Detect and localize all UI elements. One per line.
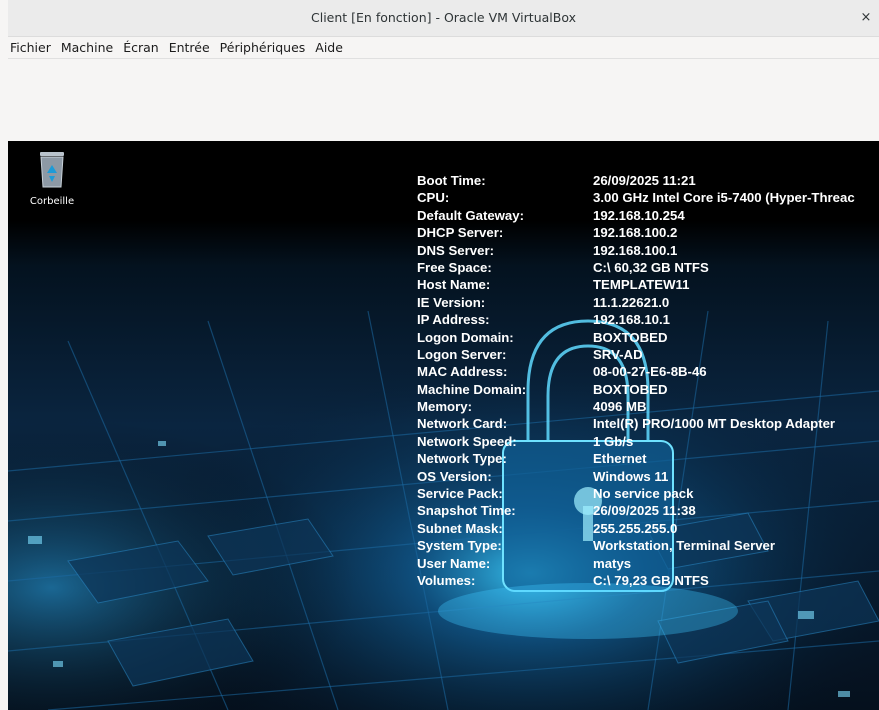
info-key: Default Gateway: <box>417 207 524 223</box>
info-value: Ethernet <box>593 451 647 467</box>
info-key: CPU: <box>417 190 450 206</box>
info-value: 192.168.10.254 <box>593 207 685 223</box>
menu-fichier[interactable]: Fichier <box>8 38 56 58</box>
bginfo-row: IE Version: 11.1.22621.0 <box>417 294 879 311</box>
info-key: Subnet Mask: <box>417 520 503 536</box>
info-value: 08-00-27-E6-8B-46 <box>593 364 707 380</box>
menu-entree[interactable]: Entrée <box>164 38 215 58</box>
info-value: 1 Gb/s <box>593 433 634 449</box>
menu-machine[interactable]: Machine <box>56 38 118 58</box>
info-value: C:\ 60,32 GB NTFS <box>593 259 709 275</box>
bginfo-row: Logon Domain: BOXTOBED <box>417 329 879 346</box>
bginfo-row: Machine Domain: BOXTOBED <box>417 381 879 398</box>
info-key: Free Space: <box>417 259 492 275</box>
info-value: Windows 11 <box>593 468 669 484</box>
bginfo-row: Service Pack: No service pack <box>417 485 879 502</box>
info-value: 4096 MB <box>593 399 647 415</box>
vm-display[interactable]: Corbeille Boot Time: 26/09/2025 11:21 CPU… <box>8 141 879 710</box>
info-key: MAC Address: <box>417 364 508 380</box>
info-key: User Name: <box>417 555 491 571</box>
info-value: TEMPLATEW11 <box>593 277 690 293</box>
info-key: Logon Server: <box>417 346 507 362</box>
bginfo-row: MAC Address: 08-00-27-E6-8B-46 <box>417 363 879 380</box>
info-value: 255.255.255.0 <box>593 520 678 536</box>
bginfo-row: Boot Time: 26/09/2025 11:21 <box>417 172 879 189</box>
info-value: BOXTOBED <box>593 381 668 397</box>
window-title: Client [En fonction] - Oracle VM Virtual… <box>311 10 576 25</box>
info-key: Memory: <box>417 399 472 415</box>
info-value: No service pack <box>593 486 694 502</box>
info-value: Workstation, Terminal Server <box>593 538 775 554</box>
info-value: BOXTOBED <box>593 329 668 345</box>
info-value: 26/09/2025 11:38 <box>593 503 696 519</box>
bginfo-row: User Name: matys <box>417 555 879 572</box>
bginfo-row: Host Name: TEMPLATEW11 <box>417 276 879 293</box>
recycle-bin-shortcut[interactable]: Corbeille <box>24 149 80 207</box>
bginfo-row: DNS Server: 192.168.100.1 <box>417 242 879 259</box>
info-value: SRV-AD <box>593 346 643 362</box>
info-key: Volumes: <box>417 572 476 588</box>
info-value: 3.00 GHz Intel Core i5-7400 (Hyper-Threa… <box>593 190 855 206</box>
info-value: C:\ 79,23 GB NTFS <box>593 572 709 588</box>
menu-aide[interactable]: Aide <box>310 38 348 58</box>
info-key: Boot Time: <box>417 173 486 188</box>
toolbar-spacer <box>8 59 879 141</box>
info-key: DHCP Server: <box>417 225 504 241</box>
info-key: IP Address: <box>417 312 490 328</box>
info-value: matys <box>593 555 632 571</box>
bginfo-row: Volumes: C:\ 79,23 GB NTFS <box>417 572 879 589</box>
bginfo-row: Network Type: Ethernet <box>417 450 879 467</box>
bginfo-row: CPU: 3.00 GHz Intel Core i5-7400 (Hyper-T… <box>417 189 879 206</box>
info-key: DNS Server: <box>417 242 494 258</box>
window-titlebar[interactable]: Client [En fonction] - Oracle VM Virtual… <box>8 0 879 37</box>
bginfo-row: Network Card: Intel(R) PRO/1000 MT Deskto… <box>417 415 879 432</box>
close-icon[interactable]: × <box>857 9 875 27</box>
info-key: Machine Domain: <box>417 381 527 397</box>
info-key: Network Card: <box>417 416 508 432</box>
info-key: IE Version: <box>417 294 486 310</box>
bginfo-row: Memory: 4096 MB <box>417 398 879 415</box>
bginfo-panel: Boot Time: 26/09/2025 11:21 CPU: 3.00 GHz … <box>417 172 879 589</box>
bginfo-row: Snapshot Time: 26/09/2025 11:38 <box>417 502 879 519</box>
info-value: 192.168.10.1 <box>593 312 671 328</box>
info-value: 192.168.100.1 <box>593 242 678 258</box>
bginfo-row: OS Version: Windows 11 <box>417 468 879 485</box>
info-key: Network Speed: <box>417 433 517 449</box>
info-key: OS Version: <box>417 468 492 484</box>
info-value: 192.168.100.2 <box>593 225 678 241</box>
info-key: Logon Domain: <box>417 329 514 345</box>
menu-bar: Fichier Machine Écran Entrée Périphériqu… <box>8 37 879 59</box>
info-key: Network Type: <box>417 451 507 467</box>
menu-ecran[interactable]: Écran <box>118 38 164 58</box>
info-key: System Type: <box>417 538 502 554</box>
bginfo-row: Free Space: C:\ 60,32 GB NTFS <box>417 259 879 276</box>
info-value: Intel(R) PRO/1000 MT Desktop Adapter <box>593 416 836 432</box>
info-key: Host Name: <box>417 277 491 293</box>
bginfo-row: Default Gateway: 192.168.10.254 <box>417 207 879 224</box>
bginfo-row: Logon Server: SRV-AD <box>417 346 879 363</box>
recycle-bin-icon <box>40 152 64 188</box>
bginfo-row: IP Address: 192.168.10.1 <box>417 311 879 328</box>
bginfo-row: DHCP Server: 192.168.100.2 <box>417 224 879 241</box>
info-key: Snapshot Time: <box>417 503 516 519</box>
info-value: 26/09/2025 11:21 <box>593 173 696 188</box>
bginfo-row: Network Speed: 1 Gb/s <box>417 433 879 450</box>
info-key: Service Pack: <box>417 486 503 502</box>
bginfo-row: Subnet Mask: 255.255.255.0 <box>417 520 879 537</box>
virtualbox-window: Client [En fonction] - Oracle VM Virtual… <box>8 0 879 710</box>
info-value: 11.1.22621.0 <box>593 294 670 310</box>
recycle-bin-label: Corbeille <box>29 196 75 207</box>
menu-peripheriques[interactable]: Périphériques <box>215 38 311 58</box>
bginfo-row: System Type: Workstation, Terminal Server <box>417 537 879 554</box>
